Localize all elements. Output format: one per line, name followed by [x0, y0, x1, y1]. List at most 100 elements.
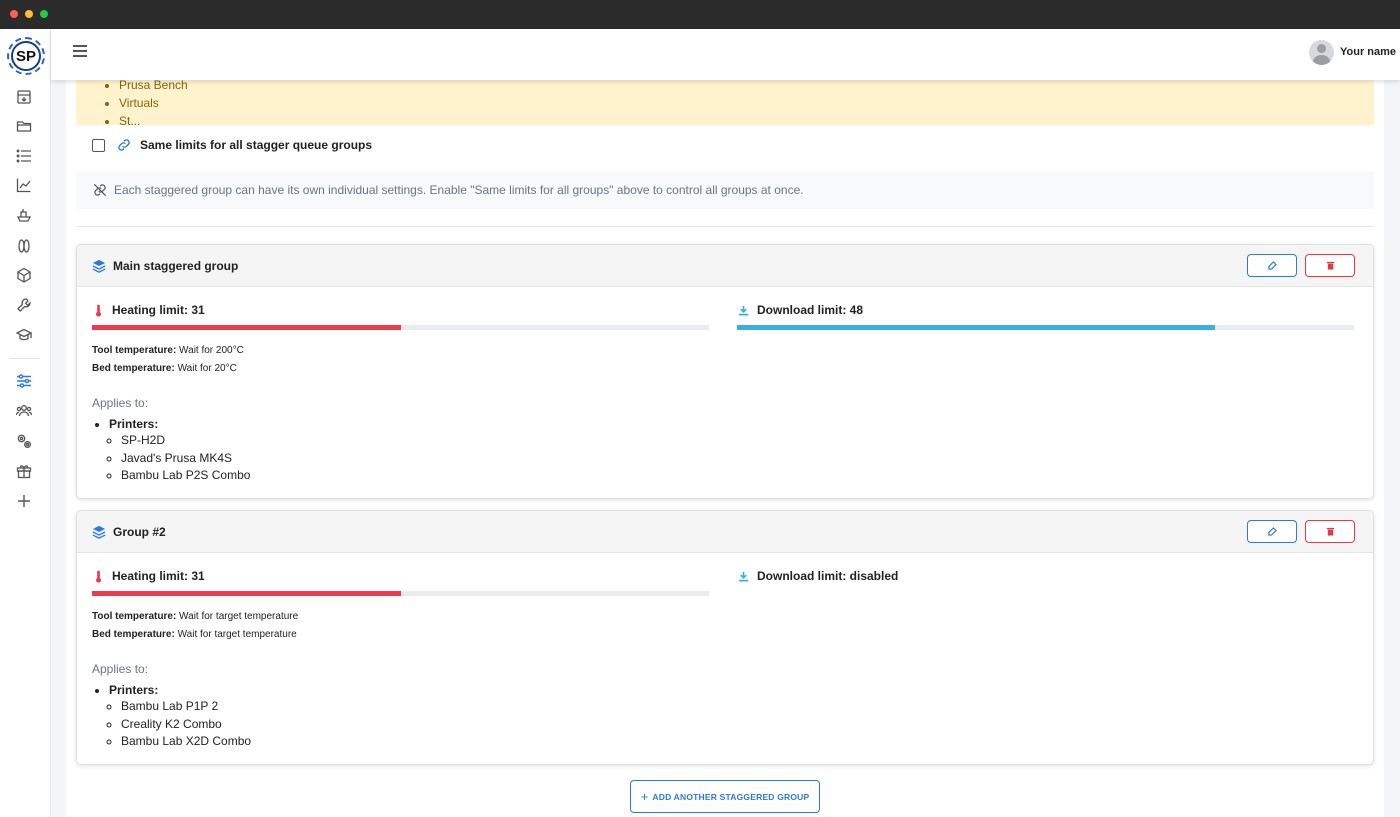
- logo-text: SP: [11, 41, 41, 71]
- warning-alert: Prusa Bench Virtuals St...: [76, 80, 1374, 125]
- plus-icon: [18, 495, 30, 507]
- folder-icon: [16, 121, 32, 132]
- trash-icon: [1326, 527, 1334, 536]
- info-text: Each staggered group can have its own in…: [114, 183, 804, 197]
- heating-limit: Heating limit: 31: [92, 302, 205, 318]
- maximize-window-button[interactable]: [40, 10, 48, 18]
- sidebar-item-files[interactable]: [15, 117, 33, 135]
- heating-limit-bar-fill: [92, 325, 401, 330]
- thermometer-icon: [92, 303, 104, 317]
- download-limit-label: Download limit: 48: [757, 303, 864, 317]
- tool-temperature-label: Tool temperature:: [92, 345, 177, 356]
- edit-group-button[interactable]: [1247, 520, 1297, 543]
- graduation-cap-icon: [16, 328, 32, 341]
- chart-icon: [16, 178, 31, 193]
- printer-item: SP-H2D: [121, 432, 250, 450]
- same-limits-label[interactable]: Same limits for all stagger queue groups: [140, 138, 372, 152]
- group-header: Group #2: [77, 511, 1373, 553]
- tool-temperature-value: Wait for target temperature: [176, 611, 299, 622]
- main-content: Prusa Bench Virtuals St... Same limits f…: [66, 80, 1384, 817]
- window-titlebar: [0, 0, 1400, 29]
- top-header: Your name: [51, 29, 1400, 80]
- download-icon: [737, 303, 749, 317]
- gears-icon: [17, 434, 31, 448]
- printer-icon: [17, 90, 31, 104]
- tool-temperature: Tool temperature: Wait for 200°C: [92, 345, 244, 356]
- staggered-group-card: Main staggered group Heating limit: 31 D…: [76, 244, 1374, 499]
- heating-limit-label: Heating limit: 31: [112, 303, 205, 317]
- edit-group-button[interactable]: [1247, 254, 1297, 277]
- user-name[interactable]: Your name: [1340, 46, 1396, 58]
- boat-icon: [16, 209, 32, 222]
- sidebar-item-maintenance[interactable]: [15, 296, 33, 314]
- filament-icon: [18, 239, 30, 253]
- sidebar-item-rewards[interactable]: [15, 462, 33, 480]
- same-limits-row: Same limits for all stagger queue groups: [92, 137, 372, 153]
- tool-temperature-label: Tool temperature:: [92, 611, 177, 622]
- menu-toggle-button[interactable]: [73, 45, 87, 59]
- heating-limit-bar: [92, 325, 709, 330]
- download-limit-bar: [737, 325, 1354, 330]
- sidebar-item-users[interactable]: [15, 402, 33, 420]
- bed-temperature: Bed temperature: Wait for target tempera…: [92, 629, 297, 640]
- hamburger-icon: [73, 45, 87, 47]
- layers-icon: [92, 525, 106, 539]
- section-divider: [76, 226, 1374, 227]
- sidebar-item-printers[interactable]: [15, 88, 33, 106]
- printer-item: Bambu Lab X2D Combo: [121, 733, 251, 751]
- bed-temperature-label: Bed temperature:: [92, 629, 175, 640]
- tool-temperature-value: Wait for 200°C: [176, 345, 244, 356]
- printers-list: Printers: Bambu Lab P1P 2 Creality K2 Co…: [109, 683, 251, 751]
- link-icon: [117, 137, 133, 153]
- delete-group-button[interactable]: [1305, 254, 1355, 277]
- edit-icon: [1267, 527, 1277, 536]
- alert-list-item: Prusa Bench: [119, 80, 188, 94]
- minimize-window-button[interactable]: [25, 10, 33, 18]
- download-limit: Download limit: disabled: [737, 568, 898, 584]
- sidebar-item-add[interactable]: [15, 492, 33, 510]
- sidebar: SP: [0, 29, 51, 817]
- sliders-icon: [17, 374, 31, 388]
- bed-temperature-value: Wait for target temperature: [174, 629, 297, 640]
- trash-icon: [1326, 261, 1334, 270]
- group-header: Main staggered group: [77, 245, 1373, 287]
- download-icon: [737, 569, 749, 583]
- printers-header: Printers:: [109, 683, 159, 697]
- staggered-group-card: Group #2 Heating limit: 31 Download limi…: [76, 510, 1374, 765]
- sidebar-item-integrations[interactable]: [15, 432, 33, 450]
- sidebar-item-queue[interactable]: [15, 147, 33, 165]
- close-window-button[interactable]: [10, 10, 18, 18]
- unlink-icon: [93, 183, 108, 198]
- users-icon: [16, 405, 32, 417]
- sidebar-item-fleet[interactable]: [15, 206, 33, 224]
- printer-item: Bambu Lab P2S Combo: [121, 467, 250, 485]
- thermometer-icon: [92, 569, 104, 583]
- heating-limit-bar-fill: [92, 591, 401, 596]
- heating-limit-bar: [92, 591, 709, 596]
- sidebar-item-statistics[interactable]: [15, 176, 33, 194]
- add-staggered-group-button[interactable]: + ADD ANOTHER STAGGERED GROUP: [630, 780, 820, 813]
- delete-group-button[interactable]: [1305, 520, 1355, 543]
- printer-item: Creality K2 Combo: [121, 716, 251, 734]
- printers-header: Printers:: [109, 417, 159, 431]
- gift-icon: [16, 465, 32, 479]
- sidebar-item-filament[interactable]: [15, 237, 33, 255]
- sidebar-divider: [10, 358, 40, 359]
- info-box: Each staggered group can have its own in…: [76, 171, 1374, 209]
- app-logo[interactable]: SP: [7, 37, 45, 75]
- bed-temperature-value: Wait for 20°C: [174, 363, 237, 374]
- sidebar-item-models[interactable]: [15, 266, 33, 284]
- same-limits-checkbox[interactable]: [92, 138, 105, 152]
- alert-list: Prusa Bench Virtuals St...: [119, 80, 188, 125]
- printers-list: Printers: SP-H2D Javad's Prusa MK4S Bamb…: [109, 417, 250, 485]
- group-title: Group #2: [113, 525, 166, 539]
- bed-temperature-label: Bed temperature:: [92, 363, 175, 374]
- download-limit: Download limit: 48: [737, 302, 863, 318]
- tool-temperature: Tool temperature: Wait for target temper…: [92, 611, 298, 622]
- printer-item: Javad's Prusa MK4S: [121, 450, 250, 468]
- sidebar-item-learn[interactable]: [15, 326, 33, 344]
- user-avatar[interactable]: [1309, 40, 1334, 65]
- group-title: Main staggered group: [113, 259, 239, 273]
- sidebar-item-settings-active[interactable]: [15, 372, 33, 390]
- heating-limit-label: Heating limit: 31: [112, 569, 205, 583]
